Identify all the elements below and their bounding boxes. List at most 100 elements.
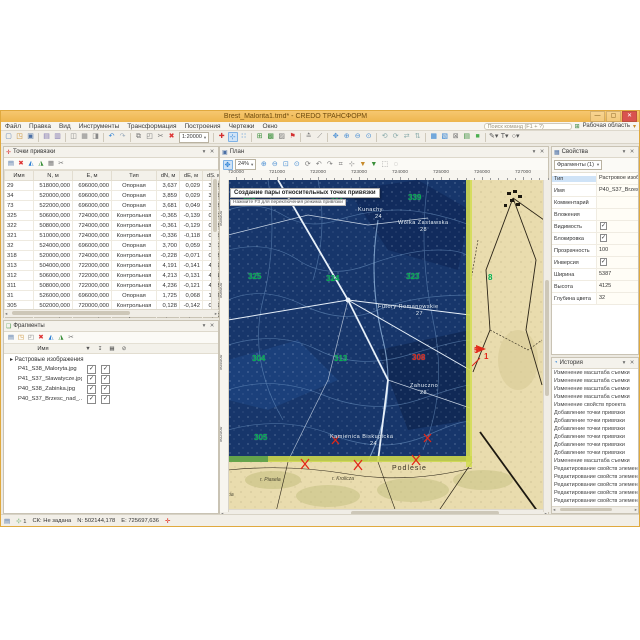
history-item[interactable]: Редактирование свойств элемен [552,465,638,473]
map-zoom-combo[interactable]: 24%▾ [235,159,256,170]
points-vertical-scrollbar[interactable] [211,177,218,310]
zoom-all-map-icon[interactable]: ⊙ [292,160,302,170]
table-row[interactable]: 318520000,000724000,000Контрольная-0,228… [5,251,226,261]
export-icon[interactable]: ▥ [53,132,63,142]
zoom-window-icon[interactable]: ⊡ [281,160,291,170]
table-settings-icon[interactable]: ▦ [47,159,56,168]
visible-checkbox[interactable]: ✓ [87,395,96,404]
map-point-label[interactable]: 323 [406,272,419,281]
close-button[interactable]: ✕ [622,111,637,122]
map-point-label[interactable]: 304 [252,354,265,363]
raster-icon[interactable]: ▩ [266,132,276,142]
map-canvas[interactable]: 508000506000504000502000 [220,180,550,512]
history-item[interactable]: Изменение масштаба съемки [552,369,638,377]
history-item[interactable]: Редактирование свойств элемен [552,473,638,481]
history-item[interactable]: Добавление точки привязки [552,433,638,441]
map-point-label[interactable]: 8 [488,273,492,282]
property-row[interactable]: Глубина цвета32 [552,293,638,305]
fragments-close-icon[interactable]: ✕ [208,323,216,329]
menu-инструменты[interactable]: Инструменты [75,123,124,130]
pan-mode-icon[interactable]: ✥ [223,160,233,170]
zoom-in-map-icon[interactable]: ⊕ [259,160,269,170]
goto-fragment-icon[interactable]: ◭ [47,333,56,342]
visibility-column-icon[interactable]: ▼ [82,346,94,352]
select-lasso-icon[interactable]: ◌ [391,160,401,170]
locked-checkbox[interactable]: ✓ [101,365,110,374]
new-file-icon[interactable]: ▢ [4,132,14,142]
menu-правка[interactable]: Правка [25,123,55,130]
property-checkbox[interactable]: ✓ [600,222,607,230]
properties-panel-header[interactable]: ▦ Свойства ▾ ✕ [552,147,638,158]
maximize-button[interactable]: ▢ [606,111,621,122]
panel-pin-icon[interactable]: ▾ [200,149,208,155]
history-item[interactable]: Добавление точки привязки [552,441,638,449]
history-pin-icon[interactable]: ▾ [620,360,628,366]
history-item[interactable]: Редактирование свойств элемен [552,497,638,505]
zoom-in-icon[interactable]: ⊕ [342,132,352,142]
workspace-switch-icon[interactable]: ▾ [633,123,636,130]
history-item[interactable]: Редактирование свойств элемен [552,481,638,489]
prev-view-icon[interactable]: ↶ [314,160,324,170]
filter-icon[interactable]: ▼ [358,160,368,170]
column-header[interactable]: Тип [112,171,157,181]
column-header[interactable]: E, м [73,171,112,181]
add-row-icon[interactable]: ▤ [7,159,16,168]
find-fragment-icon[interactable]: ◮ [57,333,66,342]
redo-icon[interactable]: ↷ [118,132,128,142]
property-checkbox[interactable]: ✓ [600,234,607,242]
history-item[interactable]: Изменение масштаба съемки [552,385,638,393]
open-file-icon[interactable]: ◳ [15,132,25,142]
import-icon[interactable]: ▤ [42,132,52,142]
draw-menu-icon[interactable]: ✎▾ [489,132,499,142]
rotate-left-icon[interactable]: ⟲ [380,132,390,142]
next-view-icon[interactable]: ↷ [325,160,335,170]
history-item[interactable]: Добавление точки привязки [552,449,638,457]
zoom-all-icon[interactable]: ⊙ [364,132,374,142]
table-row[interactable]: 73522000,000696000,000Опорная3,6810,0493… [5,201,226,211]
map-point-label[interactable]: 324 [326,274,339,283]
map-point-label[interactable]: 308 [412,353,425,362]
history-close-icon[interactable]: ✕ [628,360,636,366]
zoom-out-map-icon[interactable]: ⊖ [270,160,280,170]
table-icon[interactable]: ▦ [429,132,439,142]
panel-close-icon[interactable]: ✕ [208,149,216,155]
history-horizontal-scrollbar[interactable]: ◂▸ [552,506,638,513]
add-fragment-icon[interactable]: ▤ [7,333,16,342]
table-row[interactable]: 325506000,000724000,000Контрольная-0,365… [5,211,226,221]
menu-окно[interactable]: Окно [258,123,281,130]
column-header[interactable]: dN, м [157,171,180,181]
title-bar[interactable]: Brest_Malorita1.tmd* - CREDO ТРАНСФОРМ —… [1,111,639,122]
minimize-button[interactable]: — [590,111,605,122]
history-item[interactable]: Добавление точки привязки [552,409,638,417]
line-icon[interactable]: ⟋ [315,132,325,142]
map-point-label[interactable]: 325 [248,272,261,281]
plan-close-icon[interactable]: ✕ [538,149,546,155]
anchor-points-table[interactable]: ИмяN, мE, мТипdN, мdE, мdS, м 29518000,0… [4,170,226,321]
plan-pin-icon[interactable]: ▾ [530,149,538,155]
list-item[interactable]: P40_S38_Zabinka.jpg✓✓ [4,384,218,394]
property-row[interactable]: Видимость✓ [552,221,638,233]
plan-panel-header[interactable]: ▣ План ▾ ✕ [220,147,548,158]
fragments-pin-icon[interactable]: ▾ [200,323,208,329]
delete-icon[interactable]: ✖ [167,132,177,142]
preview-icon[interactable]: ▦ [80,132,90,142]
image-column-icon[interactable]: ▦ [106,346,118,352]
anchor-points-panel-header[interactable]: ✛ Точки привязки ▾ ✕ [4,147,218,158]
list-item[interactable]: P41_S38_Maloryta.jpg✓✓ [4,364,218,374]
menu-файл[interactable]: Файл [1,123,25,130]
properties-pin-icon[interactable]: ▾ [620,149,628,155]
property-row[interactable]: Высота4125 [552,281,638,293]
zoom-out-icon[interactable]: ⊖ [353,132,363,142]
property-row[interactable]: Комментарий [552,197,638,209]
property-row[interactable]: Ширина5387 [552,269,638,281]
snap-icon[interactable]: ⊹ [347,160,357,170]
history-item[interactable]: Изменение масштаба съемки [552,377,638,385]
list-item[interactable]: P41_S37_Slawatycze.jpg✓✓ [4,374,218,384]
menu-вид[interactable]: Вид [55,123,75,130]
mirror-icon[interactable]: ⇅ [413,132,423,142]
lock-column-icon[interactable]: ↧ [94,346,106,352]
property-row[interactable]: ИмяP40_S37_Brzesc... [552,185,638,197]
delete-fragment-icon[interactable]: ✖ [37,333,46,342]
table-row[interactable]: 321510000,000724000,000Контрольная-0,336… [5,231,226,241]
layers-icon[interactable]: ▧ [440,132,450,142]
